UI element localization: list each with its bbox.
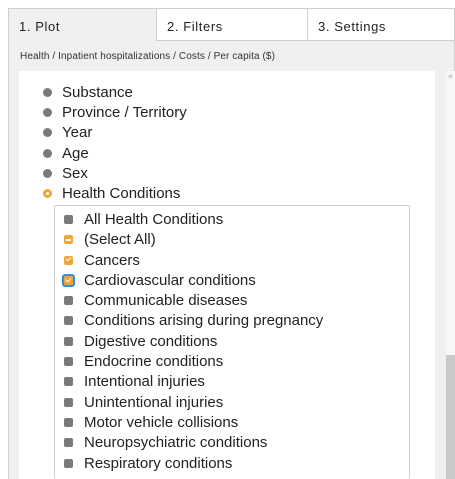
checkbox-icon[interactable] [64,357,73,367]
checkbox-icon[interactable] [64,296,73,306]
dimension-item-year[interactable]: Year [43,123,423,143]
dimension-label: Age [62,144,89,162]
bullet-icon [43,88,52,97]
condition-item-digestive[interactable]: Digestive conditions [64,332,404,352]
bullet-icon [43,108,52,118]
dimension-item-health-conditions[interactable]: Health Conditions [43,184,423,204]
condition-label: Cancers [84,251,140,269]
condition-label: Cardiovascular conditions [84,271,256,289]
condition-item-intentional-injuries[interactable]: Intentional injuries [64,372,404,392]
checkbox-icon[interactable] [64,397,73,407]
tab-bar: 1. Plot 2. Filters 3. Settings [8,8,455,41]
dimension-item-sex[interactable]: Sex [43,164,423,184]
dimension-label: Health Conditions [62,184,181,202]
scrollbar-thumb[interactable] [446,355,455,479]
checkbox-icon[interactable] [64,316,73,326]
checkbox-icon[interactable] [64,215,73,224]
condition-label: (Select All) [84,231,156,249]
bullet-icon [43,128,52,138]
condition-item-communicable[interactable]: Communicable diseases [64,291,404,311]
dimension-list: Substance Province / Territory Year Age … [43,83,423,204]
condition-label: Conditions arising during pregnancy [84,312,324,330]
condition-item-respiratory[interactable]: Respiratory conditions [64,454,404,474]
checkbox-icon[interactable] [64,336,73,346]
tab-filters[interactable]: 2. Filters [157,8,308,41]
condition-item-neuropsychiatric[interactable]: Neuropsychiatric conditions [64,433,404,453]
breadcrumb: Health / Inpatient hospitalizations / Co… [8,41,455,71]
focused-checked-checkbox-icon[interactable] [62,273,75,287]
dimension-label: Sex [62,164,88,182]
condition-label: Motor vehicle collisions [84,413,239,431]
dimension-item-province-territory[interactable]: Province / Territory [43,103,423,123]
condition-label: Digestive conditions [84,332,218,350]
condition-label: All Health Conditions [84,211,224,228]
condition-item-cardiovascular[interactable]: Cardiovascular conditions [62,271,404,291]
condition-item-motor-vehicle[interactable]: Motor vehicle collisions [64,413,404,433]
scroll-up-arrow-icon[interactable]: ^ [446,72,455,84]
checkbox-icon[interactable] [64,458,73,468]
checkbox-icon[interactable] [64,438,73,448]
partial-checkbox-icon[interactable] [64,235,73,245]
condition-item-pregnancy[interactable]: Conditions arising during pregnancy [64,311,404,331]
condition-label: Unintentional injuries [84,393,224,411]
bullet-icon [43,168,52,178]
condition-item-endocrine[interactable]: Endocrine conditions [64,352,404,372]
condition-label: Communicable diseases [84,292,248,310]
condition-label: Respiratory conditions [84,454,233,472]
bullet-icon [43,148,52,158]
dimension-label: Year [62,124,93,142]
dimension-label: Province / Territory [62,104,187,122]
expanded-bullet-icon [43,188,52,198]
condition-label: Intentional injuries [84,373,205,391]
condition-item-all-health-conditions[interactable]: All Health Conditions [64,210,404,230]
health-conditions-list: All Health Conditions (Select All) Cance… [62,210,404,474]
dimension-label: Substance [62,84,133,101]
checkbox-icon[interactable] [64,377,73,387]
condition-item-unintentional-injuries[interactable]: Unintentional injuries [64,393,404,413]
dimension-item-age[interactable]: Age [43,144,423,164]
tab-plot[interactable]: 1. Plot [8,8,157,41]
condition-label: Neuropsychiatric conditions [84,434,268,452]
condition-label: Endocrine conditions [84,353,224,371]
checked-checkbox-icon[interactable] [64,255,73,265]
dimension-item-substance[interactable]: Substance [43,83,423,103]
condition-item-cancers[interactable]: Cancers [64,251,404,271]
condition-item-select-all[interactable]: (Select All) [64,230,404,250]
checkbox-icon[interactable] [64,417,73,427]
tab-settings[interactable]: 3. Settings [307,8,455,41]
